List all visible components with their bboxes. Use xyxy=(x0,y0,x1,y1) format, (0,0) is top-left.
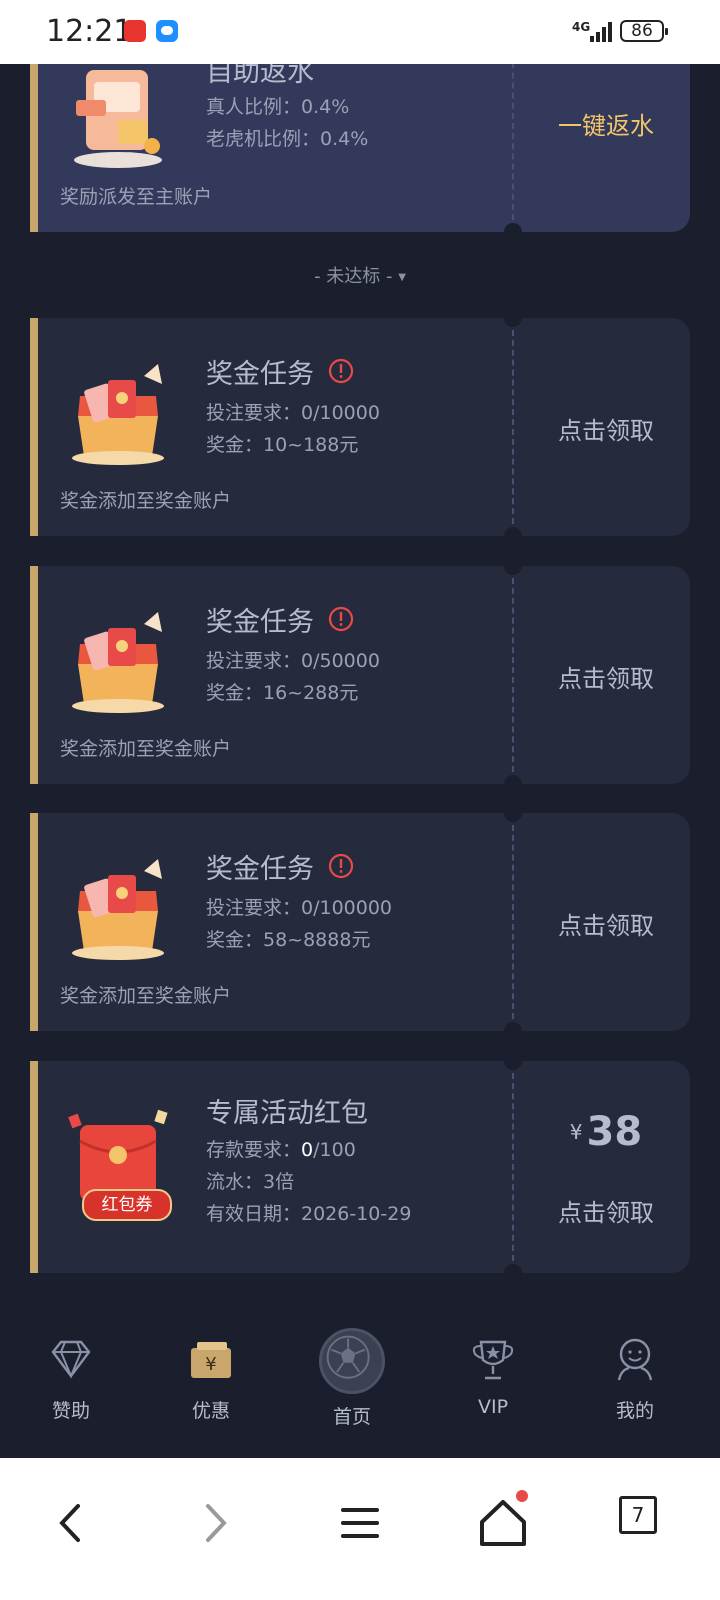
task-title: 奖金任务 xyxy=(206,359,314,390)
nav-home[interactable]: 首页 xyxy=(297,1328,407,1429)
menu-icon[interactable] xyxy=(325,1488,395,1558)
warning-icon[interactable] xyxy=(328,358,354,384)
trophy-icon xyxy=(472,1340,514,1380)
task-footer: 奖金添加至奖金账户 xyxy=(60,738,232,760)
redpacket-card: 红包券 专属活动红包 存款要求：0/100 流水：3倍 有效日期：2026-10… xyxy=(30,1052,690,1282)
coupon-icon: ¥ xyxy=(191,1342,231,1378)
task-title: 奖金任务 xyxy=(206,607,314,638)
claim-button[interactable]: 点击领取 xyxy=(514,906,698,941)
section-label: - 未达标 - xyxy=(314,266,393,287)
rebate-footer: 奖励派发至主账户 xyxy=(60,186,213,208)
task-title: 奖金任务 xyxy=(206,854,314,885)
rebate-live-ratio: 真人比例：0.4% xyxy=(206,96,350,118)
task-bonus: 奖金：10~188元 xyxy=(206,434,359,456)
home-icon[interactable] xyxy=(468,1488,538,1558)
chevron-down-icon: ▼ xyxy=(398,272,406,283)
warning-icon[interactable] xyxy=(328,606,354,632)
signal-icon xyxy=(590,20,616,42)
claim-button[interactable]: 点击领取 xyxy=(514,659,698,694)
nav-promotions[interactable]: ¥ 优惠 xyxy=(156,1332,266,1423)
network-type: 4G xyxy=(572,20,591,34)
task-requirement: 投注要求：0/10000 xyxy=(206,402,380,424)
task-footer: 奖金添加至奖金账户 xyxy=(60,985,232,1007)
redpacket-title: 专属活动红包 xyxy=(206,1098,368,1129)
task-requirement: 投注要求：0/100000 xyxy=(206,897,393,919)
forward-icon[interactable] xyxy=(180,1488,250,1558)
cashier-illustration-icon xyxy=(74,70,162,168)
treasure-chest-icon xyxy=(72,612,164,713)
nav-sponsor[interactable]: 赞助 xyxy=(16,1332,126,1423)
claim-button[interactable]: 点击领取 xyxy=(514,411,698,446)
soccer-ball-icon xyxy=(319,1328,385,1394)
treasure-chest-icon xyxy=(72,364,164,465)
bonus-task-card: 奖金任务 投注要求：0/50000 奖金：16~288元 奖金添加至奖金账户 点… xyxy=(30,557,690,793)
redpacket-deposit: 存款要求：0/100 xyxy=(206,1139,356,1161)
task-requirement: 投注要求：0/50000 xyxy=(206,650,380,672)
battery-icon: 86 xyxy=(620,20,668,42)
status-time: 12:21 xyxy=(46,14,133,49)
one-click-rebate-button[interactable]: 一键返水 xyxy=(514,106,698,141)
nav-mine[interactable]: 我的 xyxy=(580,1332,690,1423)
rebate-slot-ratio: 老虎机比例：0.4% xyxy=(206,128,369,150)
app-notification-icon xyxy=(124,20,146,42)
not-achieved-divider[interactable]: - 未达标 - ▼ xyxy=(0,262,720,288)
bonus-task-card: 奖金任务 投注要求：0/100000 奖金：58~8888元 奖金添加至奖金账户… xyxy=(30,804,690,1040)
warning-icon[interactable] xyxy=(328,853,354,879)
nav-vip[interactable]: VIP xyxy=(438,1332,548,1418)
user-icon xyxy=(617,1338,653,1381)
back-icon[interactable] xyxy=(36,1488,106,1558)
svg-text:¥: ¥ xyxy=(205,1354,216,1375)
redpacket-claim-button[interactable]: 点击领取 xyxy=(514,1193,698,1228)
browser-nav-bar: 7 xyxy=(0,1458,720,1600)
task-bonus: 奖金：16~288元 xyxy=(206,682,359,704)
redpacket-turnover: 流水：3倍 xyxy=(206,1171,295,1193)
redpacket-expiry: 有效日期：2026-10-29 xyxy=(206,1203,412,1225)
task-footer: 奖金添加至奖金账户 xyxy=(60,490,232,512)
diamond-icon xyxy=(51,1340,91,1379)
tabs-count-button[interactable]: 7 xyxy=(619,1496,657,1534)
bonus-task-card: 奖金任务 投注要求：0/10000 奖金：10~188元 奖金添加至奖金账户 点… xyxy=(30,309,690,545)
redpacket-amount: ¥38 xyxy=(569,1109,643,1155)
status-bar: 12:21 4G 86 xyxy=(0,0,720,64)
message-notification-icon xyxy=(156,20,178,42)
task-bonus: 奖金：58~8888元 xyxy=(206,929,371,951)
bottom-nav: 赞助 ¥ 优惠 首页 VIP 我的 xyxy=(0,1320,720,1458)
redpacket-badge: 红包券 xyxy=(82,1189,172,1221)
treasure-chest-icon xyxy=(72,859,164,960)
